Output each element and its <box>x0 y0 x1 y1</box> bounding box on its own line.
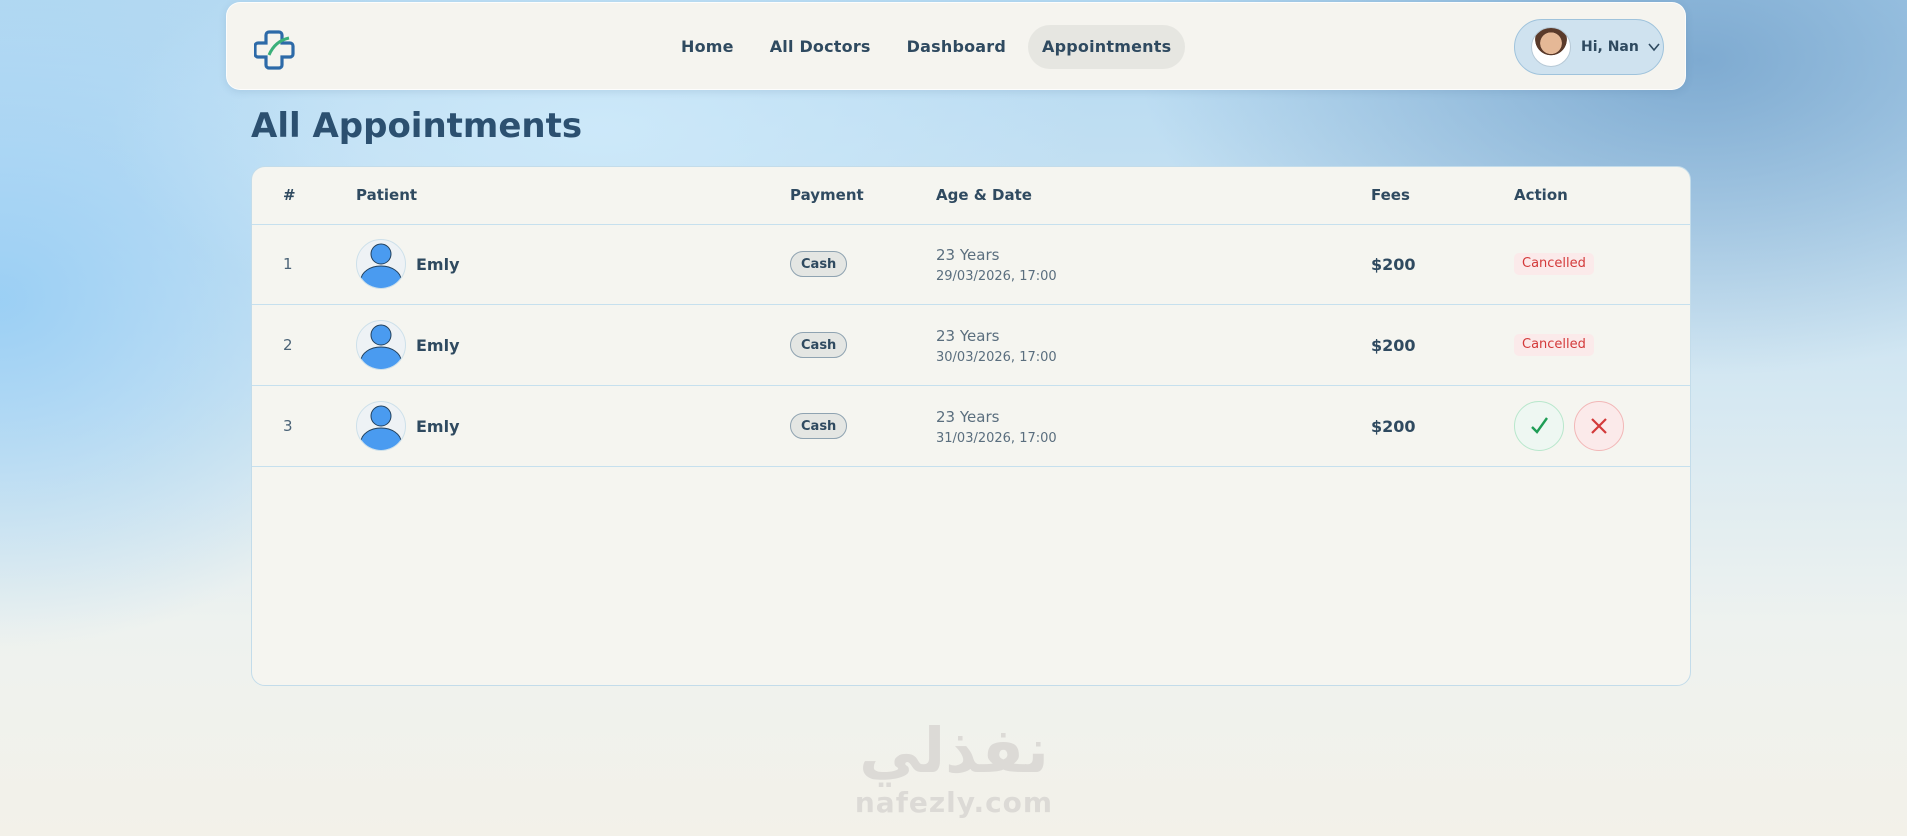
cancel-appointment-button[interactable] <box>1574 401 1624 451</box>
user-greeting: Hi, Nan <box>1581 39 1639 55</box>
watermark-latin: nafezly.com <box>854 786 1054 819</box>
payment-badge: Cash <box>790 251 848 277</box>
patient-age: 23 Years <box>936 327 1000 345</box>
table-row: 3 Emly Cash 23 Years 31/03/2026, 17:00 $… <box>252 386 1690 467</box>
nav-links: Home All Doctors Dashboard Appointments <box>667 25 1186 69</box>
header-payment: Payment <box>790 186 864 204</box>
header-action: Action <box>1514 186 1568 204</box>
user-avatar <box>1531 27 1571 67</box>
payment-badge: Cash <box>790 413 848 439</box>
nav-link-dashboard[interactable]: Dashboard <box>893 25 1020 69</box>
appointment-date: 29/03/2026, 17:00 <box>936 269 1057 284</box>
status-badge: Cancelled <box>1514 334 1594 356</box>
appointment-fee: $200 <box>1371 255 1416 274</box>
patient-avatar-icon <box>356 239 406 289</box>
nav-link-all-doctors[interactable]: All Doctors <box>756 25 885 69</box>
patient-age: 23 Years <box>936 246 1000 264</box>
patient-name: Emly <box>416 336 460 355</box>
table-row: 2 Emly Cash 23 Years 30/03/2026, 17:00 $… <box>252 305 1690 386</box>
row-index: 2 <box>283 336 293 354</box>
check-icon <box>1531 417 1548 434</box>
close-icon <box>1591 418 1607 434</box>
user-menu-button[interactable]: Hi, Nan <box>1514 19 1664 75</box>
appointment-date: 31/03/2026, 17:00 <box>936 431 1057 446</box>
top-navbar: Home All Doctors Dashboard Appointments … <box>226 2 1686 90</box>
header-patient: Patient <box>356 186 418 204</box>
chevron-down-icon <box>1648 43 1660 52</box>
patient-name: Emly <box>416 255 460 274</box>
table-row: 1 Emly Cash 23 Years 29/03/2026, 17:00 $… <box>252 224 1690 305</box>
appointment-fee: $200 <box>1371 417 1416 436</box>
row-index: 1 <box>283 255 293 273</box>
medical-cross-logo-icon[interactable] <box>254 29 296 71</box>
header-age-date: Age & Date <box>936 186 1032 204</box>
patient-age: 23 Years <box>936 408 1000 426</box>
row-index: 3 <box>283 417 293 435</box>
nav-link-home[interactable]: Home <box>667 25 748 69</box>
header-fees: Fees <box>1371 186 1410 204</box>
payment-badge: Cash <box>790 332 848 358</box>
header-index: # <box>283 186 296 204</box>
appointment-fee: $200 <box>1371 336 1416 355</box>
patient-avatar-icon <box>356 320 406 370</box>
appointments-table: # Patient Payment Age & Date Fees Action… <box>251 166 1691 686</box>
status-badge: Cancelled <box>1514 253 1594 275</box>
appointment-date: 30/03/2026, 17:00 <box>936 350 1057 365</box>
watermark: نفذلي nafezly.com <box>848 714 1060 820</box>
patient-name: Emly <box>416 417 460 436</box>
table-header: # Patient Payment Age & Date Fees Action <box>252 167 1690 225</box>
patient-avatar-icon <box>356 401 406 451</box>
page-title: All Appointments <box>251 106 583 146</box>
watermark-arabic: نفذلي <box>859 714 1049 787</box>
confirm-appointment-button[interactable] <box>1514 401 1564 451</box>
nav-link-appointments[interactable]: Appointments <box>1028 25 1186 69</box>
